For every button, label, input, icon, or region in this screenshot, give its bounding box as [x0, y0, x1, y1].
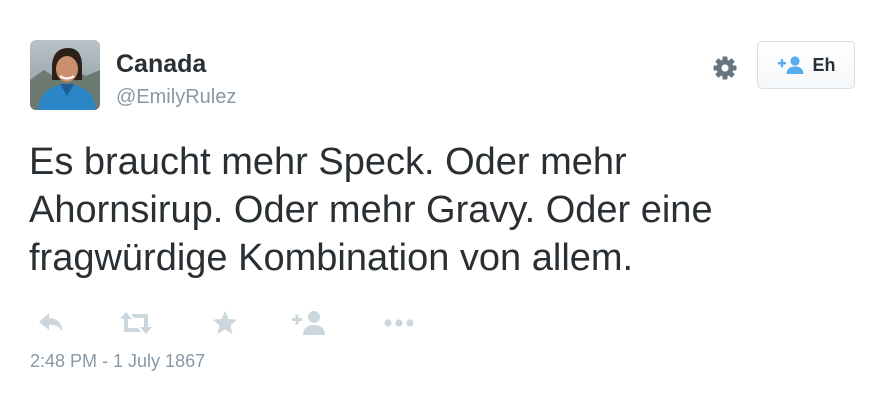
- star-icon[interactable]: [210, 308, 240, 338]
- reply-icon[interactable]: [36, 308, 66, 338]
- follow-button-label: Eh: [812, 54, 836, 75]
- tweet-timestamp[interactable]: 2:48 PM - 1 July 1867: [30, 351, 205, 372]
- tweet-card: Canada @EmilyRulez Eh Es braucht mehr Sp…: [0, 0, 873, 419]
- follow-button[interactable]: Eh: [757, 41, 855, 89]
- avatar[interactable]: [30, 40, 100, 110]
- tweet-text-line: fragwürdige Kombination von allem.: [29, 237, 634, 279]
- tweet-text: Es braucht mehr Speck. Oder mehr Ahornsi…: [29, 138, 849, 282]
- add-user-icon[interactable]: [290, 308, 330, 338]
- user-display-name[interactable]: Canada: [116, 50, 206, 78]
- tweet-text-line: Es braucht mehr Speck. Oder mehr: [29, 141, 627, 183]
- user-handle[interactable]: @EmilyRulez: [116, 86, 236, 108]
- retweet-icon[interactable]: [118, 308, 154, 338]
- tweet-text-line: Ahornsirup. Oder mehr Gravy. Oder eine: [29, 189, 713, 231]
- more-dots-icon[interactable]: [382, 308, 416, 338]
- add-user-icon: [776, 55, 806, 75]
- gear-icon[interactable]: [711, 54, 739, 82]
